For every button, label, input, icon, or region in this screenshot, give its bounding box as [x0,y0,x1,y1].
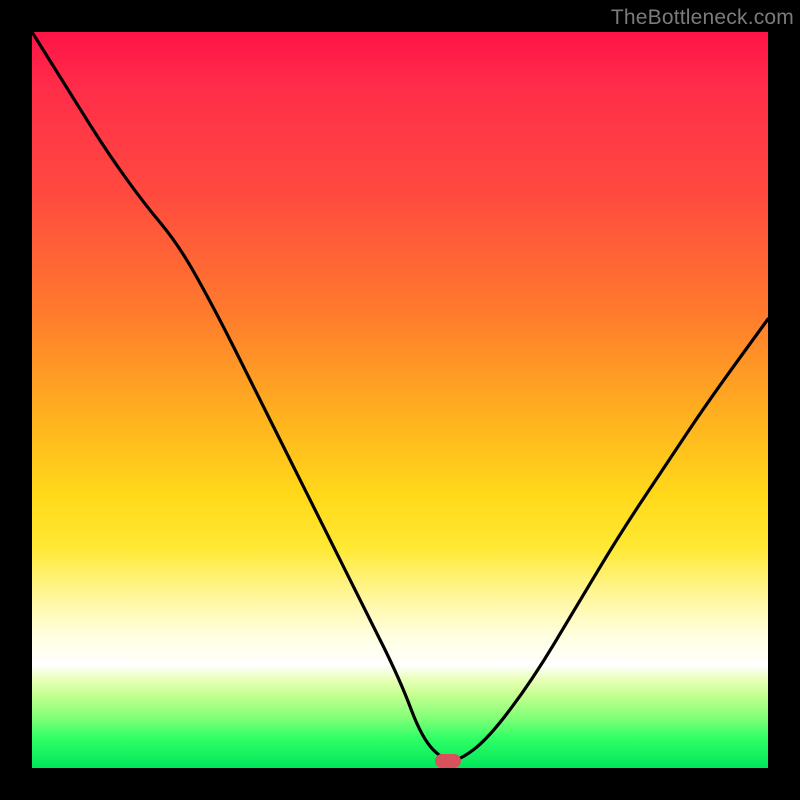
plot-area [32,32,768,768]
bottleneck-curve-path [32,32,768,761]
optimum-marker [435,754,461,768]
bottleneck-curve [32,32,768,768]
chart-frame: TheBottleneck.com [0,0,800,800]
watermark-text: TheBottleneck.com [611,6,794,30]
